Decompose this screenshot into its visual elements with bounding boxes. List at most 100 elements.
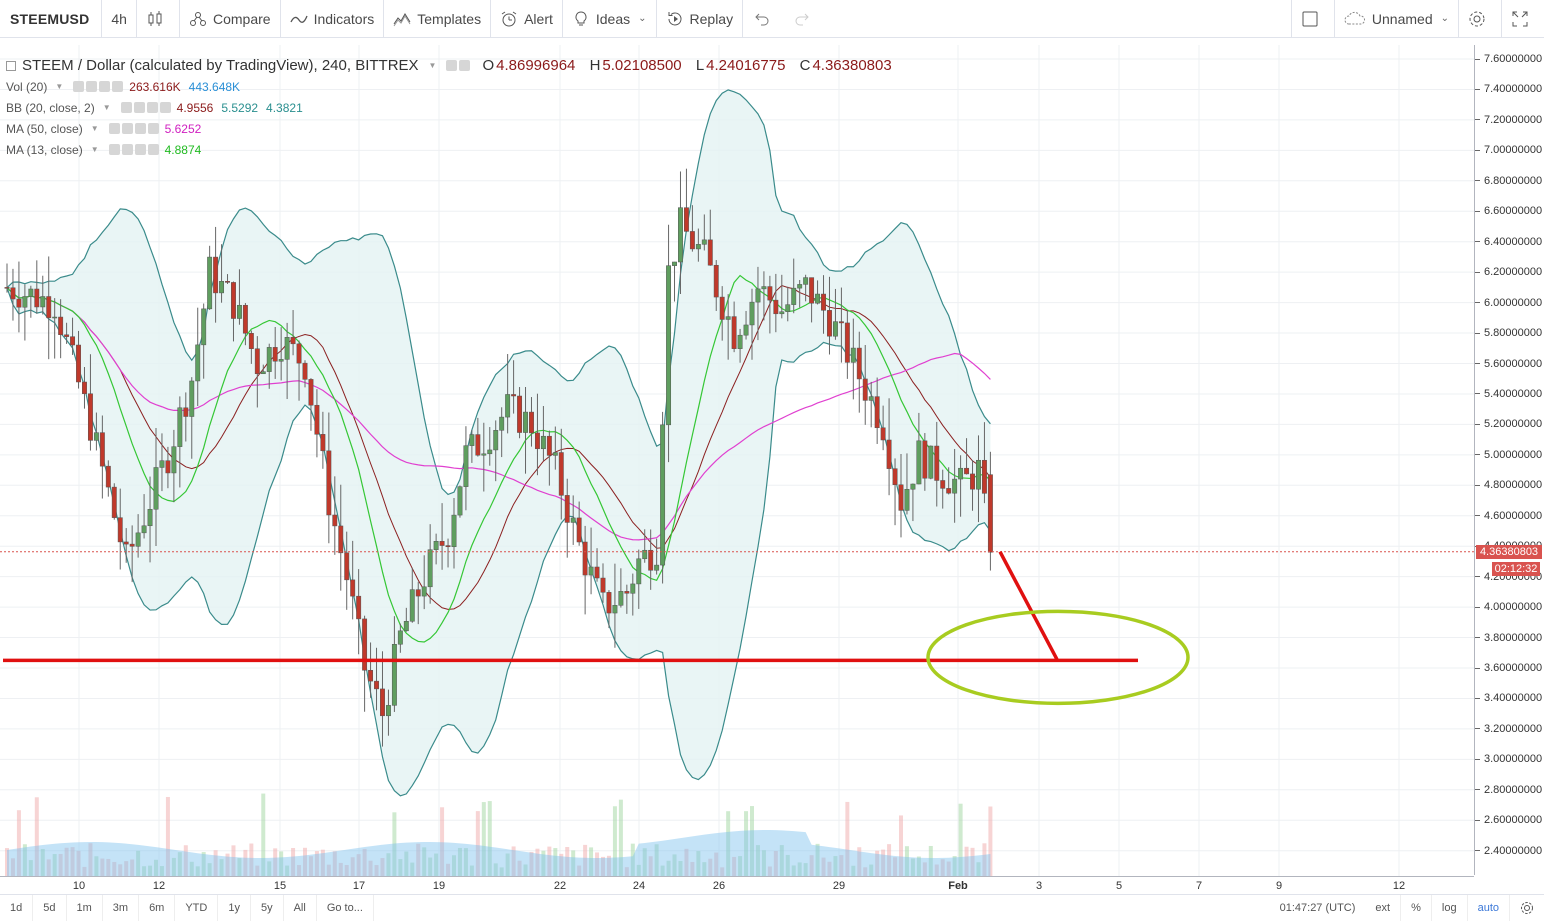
candle-up xyxy=(552,452,558,456)
gear-icon[interactable] xyxy=(133,102,145,113)
tick-mark xyxy=(1475,758,1480,760)
indicator-controls[interactable] xyxy=(108,123,159,134)
candle-up xyxy=(540,435,546,450)
eye-icon[interactable] xyxy=(120,102,132,113)
indicator-controls[interactable] xyxy=(73,81,124,92)
caret-down-icon[interactable]: ▼ xyxy=(103,103,111,112)
candle-down xyxy=(838,321,844,324)
time-axis[interactable]: 10 12 15 17 19 22 24 26 29 Feb 3 5 7 9 12 xyxy=(0,876,1474,894)
fullscreen-button[interactable] xyxy=(1502,0,1544,38)
eye-icon[interactable] xyxy=(73,81,85,92)
candle-up xyxy=(523,411,528,433)
candle-up xyxy=(803,277,809,285)
range-button-all[interactable]: All xyxy=(284,894,317,921)
interval-button[interactable]: 4h xyxy=(102,0,136,38)
redo-button[interactable] xyxy=(785,0,827,38)
range-button-ytd[interactable]: YTD xyxy=(175,894,219,921)
tick-mark xyxy=(1475,363,1480,364)
percent-scale-toggle[interactable]: % xyxy=(1401,894,1432,921)
plus-icon[interactable] xyxy=(146,102,158,113)
candle-down xyxy=(874,396,880,429)
range-button-5d[interactable]: 5d xyxy=(33,894,67,921)
range-button-1y[interactable]: 1y xyxy=(218,894,251,921)
range-button-3m[interactable]: 3m xyxy=(103,894,140,921)
close-icon[interactable] xyxy=(147,144,159,155)
series-controls[interactable] xyxy=(446,60,471,71)
settings-button[interactable] xyxy=(1459,0,1501,38)
templates-label: Templates xyxy=(417,10,482,27)
plus-icon[interactable] xyxy=(134,123,146,134)
gear-icon[interactable] xyxy=(459,60,471,71)
candle-up xyxy=(612,605,618,614)
layout-menu-button[interactable]: Unnamed ⌄ xyxy=(1335,0,1458,38)
candle-up xyxy=(505,394,511,418)
candle-down xyxy=(105,465,111,488)
caret-down-icon[interactable]: ▼ xyxy=(91,145,99,154)
gear-icon[interactable] xyxy=(121,123,133,134)
chevron-down-icon: ⌄ xyxy=(638,13,647,24)
candle-down xyxy=(529,411,534,434)
replay-button[interactable]: Replay xyxy=(657,0,743,38)
layout-toggle-button[interactable] xyxy=(1292,0,1334,38)
candle-up xyxy=(779,311,785,315)
candle-up xyxy=(469,434,475,446)
candle-up xyxy=(93,432,99,441)
price-tick-text: 2.60000000 xyxy=(1484,814,1543,827)
gear-icon[interactable] xyxy=(86,81,98,92)
plus-icon[interactable] xyxy=(99,81,111,92)
chart-style-button[interactable] xyxy=(137,0,179,38)
caret-down-icon[interactable]: ▼ xyxy=(91,124,99,133)
collapse-legend-toggle[interactable] xyxy=(6,61,16,71)
open-label: O xyxy=(482,57,495,74)
range-button-6m[interactable]: 6m xyxy=(139,894,176,921)
symbol-search[interactable]: STEEMUSD xyxy=(0,0,101,38)
log-scale-toggle[interactable]: log xyxy=(1432,894,1468,921)
range-button-1d[interactable]: 1d xyxy=(0,894,34,921)
price-chart[interactable] xyxy=(0,39,1474,876)
close-icon[interactable] xyxy=(147,123,159,134)
chart-pane[interactable] xyxy=(0,39,1544,894)
price-axis[interactable]: 7.60000000 7.40000000 7.20000000 7.00000000… xyxy=(1474,45,1544,875)
price-tick-label: 4.80000000 xyxy=(1475,479,1542,491)
candle-up xyxy=(499,416,505,431)
indicator-controls[interactable] xyxy=(120,102,171,113)
plus-icon[interactable] xyxy=(134,144,146,155)
caret-down-icon[interactable]: ▼ xyxy=(55,82,63,91)
price-tick-label: 6.40000000 xyxy=(1475,236,1542,248)
goto-date-button[interactable]: Go to... xyxy=(317,894,374,921)
close-icon[interactable] xyxy=(112,81,124,92)
indicator-controls[interactable] xyxy=(108,144,159,155)
range-button-1m[interactable]: 1m xyxy=(67,894,103,921)
tick-mark xyxy=(1475,819,1480,821)
candle-down xyxy=(970,473,975,490)
price-tick-label: 3.80000000 xyxy=(1475,632,1542,644)
time-tick-label: 17 xyxy=(352,880,366,892)
compare-button[interactable]: Compare xyxy=(180,0,280,38)
caret-down-icon[interactable]: ▼ xyxy=(429,61,437,70)
price-tick-text: 2.40000000 xyxy=(1484,844,1543,857)
extended-hours-toggle[interactable]: ext xyxy=(1365,894,1402,921)
alert-button[interactable]: Alert xyxy=(491,0,562,38)
auto-scale-toggle[interactable]: auto xyxy=(1468,894,1510,921)
utc-clock[interactable]: 01:47:27 (UTC) xyxy=(1270,895,1366,921)
indicators-button[interactable]: Indicators xyxy=(281,0,384,38)
ideas-button[interactable]: Ideas ⌄ xyxy=(563,0,656,38)
lightbulb-icon xyxy=(575,10,587,25)
eye-icon[interactable] xyxy=(108,123,120,134)
candle-down xyxy=(517,395,523,433)
undo-button[interactable] xyxy=(743,0,785,38)
tick-mark xyxy=(1475,149,1480,151)
candle-down xyxy=(314,404,320,435)
candle-up xyxy=(910,483,916,490)
close-icon[interactable] xyxy=(159,102,171,113)
candle-up xyxy=(701,239,707,245)
eye-icon[interactable] xyxy=(108,144,120,155)
candle-up xyxy=(678,207,683,263)
templates-button[interactable]: Templates xyxy=(384,0,490,38)
range-button-5y[interactable]: 5y xyxy=(251,894,284,921)
candle-up xyxy=(421,586,427,597)
eye-icon[interactable] xyxy=(446,60,458,71)
chart-properties-button[interactable] xyxy=(1510,895,1544,921)
gear-icon[interactable] xyxy=(121,144,133,155)
tick-mark xyxy=(1475,180,1480,182)
